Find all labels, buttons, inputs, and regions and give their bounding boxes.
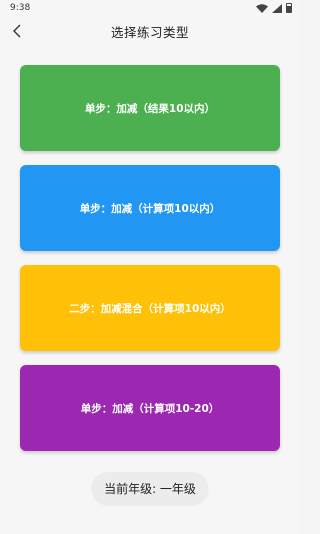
practice-card-single-step-result-10[interactable]: 单步：加减（结果10以内） bbox=[20, 65, 280, 151]
practice-card-single-step-operand-10[interactable]: 单步：加减（计算项10以内） bbox=[20, 165, 280, 251]
page-title: 选择练习类型 bbox=[110, 24, 189, 40]
app-bar: 选择练习类型 bbox=[0, 16, 300, 46]
practice-card-two-step-mixed-10[interactable]: 二步：加减混合（计算项10以内） bbox=[20, 265, 280, 351]
current-grade-button[interactable]: 当前年级: 一年级 bbox=[92, 472, 208, 504]
battery-icon bbox=[286, 3, 292, 13]
card-label: 单步：加减（计算项10-20） bbox=[80, 402, 220, 415]
current-grade-label: 当前年级: 一年级 bbox=[104, 481, 196, 496]
chevron-left-icon bbox=[13, 24, 21, 38]
screen: 9:38 选择练习类型 单步：加减（结果10以内） 单步：加减（计算项10以内）… bbox=[0, 0, 300, 534]
card-label: 单步：加减（计算项10以内） bbox=[79, 202, 221, 215]
back-button[interactable] bbox=[6, 20, 28, 42]
card-label: 二步：加减混合（计算项10以内） bbox=[69, 302, 231, 315]
practice-card-single-step-operand-10-20[interactable]: 单步：加减（计算项10-20） bbox=[20, 365, 280, 451]
status-bar: 9:38 bbox=[0, 0, 300, 16]
signal-icon bbox=[272, 3, 282, 13]
card-label: 单步：加减（结果10以内） bbox=[84, 102, 216, 115]
status-time: 9:38 bbox=[10, 3, 31, 13]
wifi-icon bbox=[256, 3, 268, 13]
status-icons bbox=[256, 3, 292, 13]
